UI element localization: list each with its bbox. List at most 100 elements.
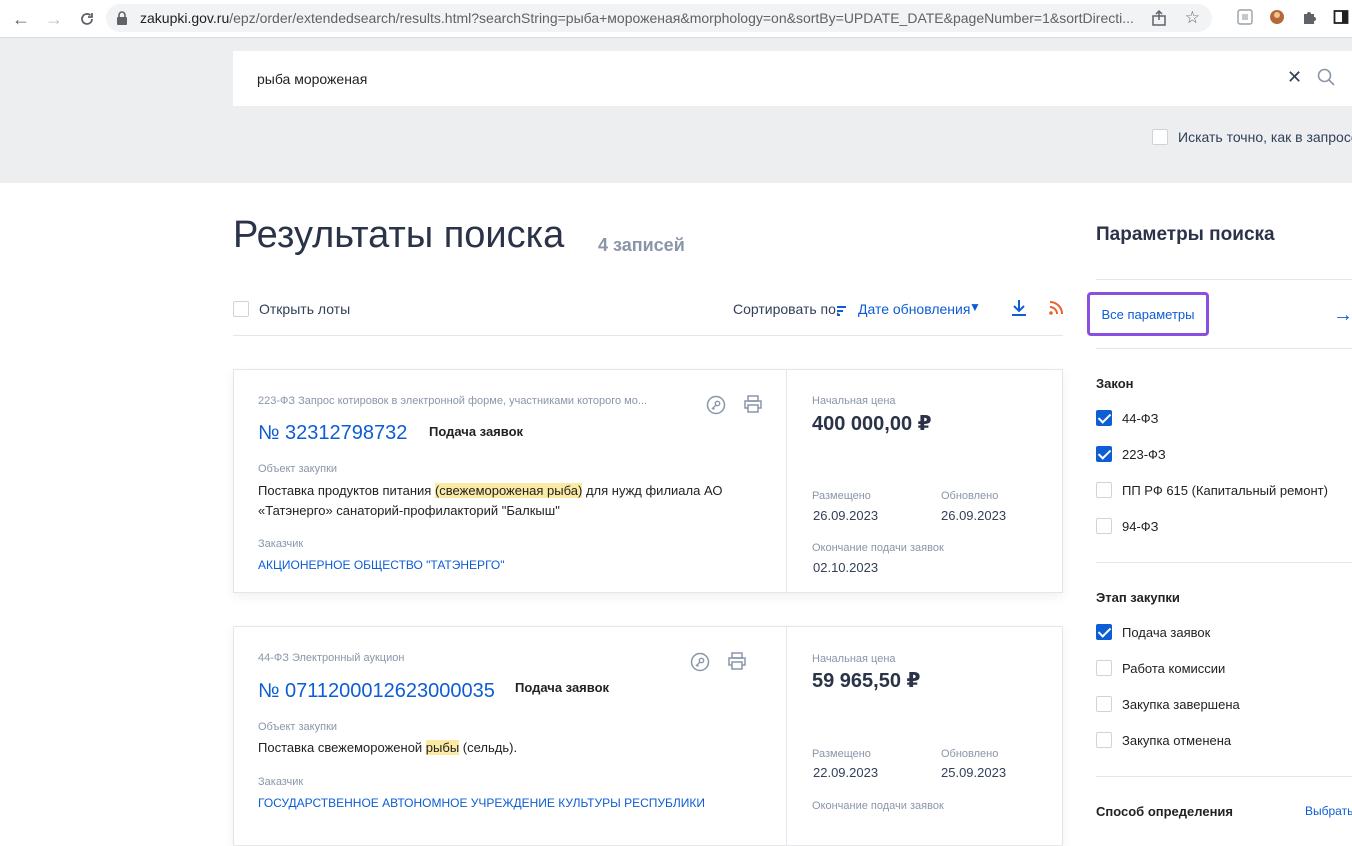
key-icon[interactable] — [706, 395, 726, 420]
law-group-title: Закон — [1096, 376, 1134, 391]
stage-option-completed[interactable]: Закупка завершена — [1096, 696, 1240, 712]
price-value: 400 000,00 ₽ — [812, 413, 932, 435]
placed-date: 26.09.2023 — [813, 508, 879, 523]
sidebar-title: Параметры поиска — [1096, 224, 1275, 245]
open-lots-option[interactable]: Открыть лоты — [233, 301, 350, 317]
sort-order-icon[interactable] — [837, 303, 847, 321]
search-highlight: рыбы — [425, 740, 460, 755]
exact-search-option[interactable]: Искать точно, как в запросе — [1152, 129, 1352, 145]
divider — [1096, 562, 1352, 563]
reload-icon[interactable] — [72, 4, 102, 34]
clear-icon[interactable]: ✕ — [1287, 67, 1302, 88]
search-input-value: рыба мороженая — [257, 70, 368, 87]
side-panel-icon[interactable] — [1330, 6, 1352, 28]
stage-option-commission[interactable]: Работа комиссии — [1096, 660, 1225, 676]
card-price-panel: Начальная цена 400 000,00 ₽ Размещено 26… — [787, 370, 1064, 592]
customer-link[interactable]: АКЦИОНЕРНОЕ ОБЩЕСТВО "ТАТЭНЕРГО" — [258, 558, 778, 572]
object-label: Объект закупки — [258, 463, 338, 475]
key-icon[interactable] — [690, 652, 710, 677]
card-law-type: 44-ФЗ Электронный аукцион — [258, 652, 405, 664]
divider — [1096, 776, 1352, 777]
checkbox[interactable] — [1096, 518, 1112, 534]
placed-label: Размещено — [812, 490, 871, 502]
open-lots-label: Открыть лоты — [259, 301, 351, 317]
rss-icon[interactable] — [1049, 301, 1063, 320]
stage-option-submission[interactable]: Подача заявок — [1096, 624, 1210, 640]
print-icon[interactable] — [727, 651, 747, 676]
bookmark-star-icon[interactable]: ☆ — [1185, 8, 1200, 28]
law-option-94fz[interactable]: 94-ФЗ — [1096, 518, 1159, 534]
open-lots-checkbox[interactable] — [233, 301, 249, 317]
price-label: Начальная цена — [812, 653, 896, 665]
checkbox[interactable] — [1096, 482, 1112, 498]
page-title: Результаты поиска — [233, 214, 565, 256]
divider — [1096, 279, 1352, 280]
checkbox[interactable] — [1096, 732, 1112, 748]
checkbox[interactable] — [1096, 446, 1112, 462]
result-card: 44-ФЗ Электронный аукцион № 071120001262… — [233, 626, 1063, 846]
checkbox[interactable] — [1096, 696, 1112, 712]
search-input[interactable]: рыба мороженая ✕ — [233, 51, 1352, 106]
choose-method-link[interactable]: Выбрать — [1305, 804, 1352, 818]
share-icon[interactable] — [1150, 9, 1168, 32]
extension-icon-2[interactable] — [1266, 6, 1288, 28]
card-number-link[interactable]: № 0711200012623000035 — [258, 680, 495, 703]
object-label: Объект закупки — [258, 721, 338, 733]
sort-dropdown[interactable]: Дате обновления — [858, 301, 970, 317]
extension-icon-1[interactable] — [1234, 6, 1256, 28]
print-icon[interactable] — [743, 394, 763, 419]
placed-date: 22.09.2023 — [813, 765, 879, 780]
url-text: zakupki.gov.ru/epz/order/extendedsearch/… — [140, 10, 1134, 26]
card-stage: Подача заявок — [429, 424, 524, 439]
search-panel: рыба мороженая ✕ Искать точно, как в зап… — [0, 38, 1352, 183]
results-toolbar: Открыть лоты Сортировать по: Дате обновл… — [233, 296, 1063, 336]
chevron-down-icon[interactable]: ▼ — [969, 300, 981, 314]
all-params-button[interactable]: Все параметры — [1087, 292, 1209, 336]
result-card: 223-ФЗ Запрос котировок в электронной фо… — [233, 369, 1063, 593]
divider — [1096, 348, 1352, 349]
updated-date: 26.09.2023 — [941, 508, 1007, 523]
updated-date: 25.09.2023 — [941, 765, 1007, 780]
price-value: 59 965,50 ₽ — [812, 670, 921, 692]
customer-link[interactable]: ГОСУДАРСТВЕННОЕ АВТОНОМНОЕ УЧРЕЖДЕНИЕ КУ… — [258, 796, 778, 810]
exact-search-checkbox[interactable] — [1152, 129, 1168, 145]
method-group-title: Способ определения — [1096, 804, 1234, 819]
law-option-pp615[interactable]: ПП РФ 615 (Капитальный ремонт) — [1096, 482, 1328, 498]
forward-icon[interactable]: → — [39, 4, 69, 34]
object-text: Поставка продуктов питания (свежеморожен… — [258, 483, 723, 518]
placed-label: Размещено — [812, 748, 871, 760]
stage-option-cancelled[interactable]: Закупка отменена — [1096, 732, 1231, 748]
customer-label: Заказчик — [258, 776, 304, 788]
object-text: Поставка свежемороженой рыбы (сельдь). — [258, 740, 518, 755]
card-law-type: 223-ФЗ Запрос котировок в электронной фо… — [258, 395, 648, 407]
lock-icon — [116, 11, 128, 25]
browser-toolbar: ← → zakupki.gov.ru/epz/order/extendedsea… — [0, 0, 1352, 38]
law-option-44fz[interactable]: 44-ФЗ — [1096, 410, 1159, 426]
law-option-223fz[interactable]: 223-ФЗ — [1096, 446, 1166, 462]
back-icon[interactable]: ← — [6, 4, 36, 34]
exact-search-label: Искать точно, как в запросе — [1178, 129, 1352, 145]
download-icon[interactable] — [1011, 299, 1027, 322]
extensions-area — [1234, 6, 1352, 28]
updated-label: Обновлено — [941, 748, 999, 760]
updated-label: Обновлено — [941, 490, 999, 502]
puzzle-icon[interactable] — [1298, 6, 1320, 28]
card-main: 44-ФЗ Электронный аукцион № 071120001262… — [234, 627, 787, 845]
card-number-link[interactable]: № 32312798732 — [258, 422, 407, 445]
card-stage: Подача заявок — [515, 680, 610, 695]
records-count: 4 записей — [598, 235, 685, 255]
end-label: Окончание подачи заявок — [812, 800, 944, 812]
card-main: 223-ФЗ Запрос котировок в электронной фо… — [234, 370, 787, 592]
card-price-panel: Начальная цена 59 965,50 ₽ Размещено 22.… — [787, 627, 1064, 845]
end-date: 02.10.2023 — [813, 560, 879, 575]
end-label: Окончание подачи заявок — [812, 542, 944, 554]
search-icon[interactable] — [1317, 68, 1335, 91]
checkbox[interactable] — [1096, 624, 1112, 640]
customer-label: Заказчик — [258, 538, 304, 550]
sort-label: Сортировать по: — [733, 301, 840, 317]
checkbox[interactable] — [1096, 660, 1112, 676]
address-bar[interactable]: zakupki.gov.ru/epz/order/extendedsearch/… — [106, 4, 1212, 32]
checkbox[interactable] — [1096, 410, 1112, 426]
price-label: Начальная цена — [812, 395, 896, 407]
arrow-right-icon[interactable]: → — [1333, 304, 1352, 327]
